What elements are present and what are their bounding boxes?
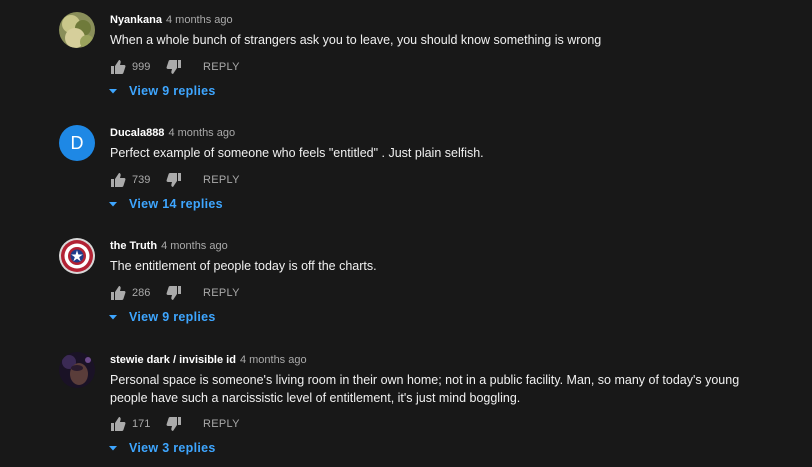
caret-down-icon	[108, 312, 118, 322]
thumb-up-icon[interactable]	[110, 59, 126, 75]
view-replies-button[interactable]: View 3 replies	[108, 441, 216, 455]
comment-header: Nyankana 4 months ago	[110, 13, 233, 27]
comment-text: The entitlement of people today is off t…	[110, 259, 377, 273]
comment-header: stewie dark / invisible id 4 months ago	[110, 353, 307, 367]
reply-button[interactable]: REPLY	[203, 61, 240, 73]
avatar[interactable]	[59, 12, 95, 48]
comment-toolbar: 999 REPLY	[110, 59, 240, 75]
comment-time[interactable]: 4 months ago	[240, 354, 307, 366]
thumb-down-icon[interactable]	[166, 172, 182, 188]
thumb-down-icon[interactable]	[166, 59, 182, 75]
comment-toolbar: 286 REPLY	[110, 285, 240, 301]
view-replies-button[interactable]: View 14 replies	[108, 197, 223, 211]
avatar[interactable]	[59, 352, 95, 388]
comment-text: Perfect example of someone who feels "en…	[110, 146, 484, 160]
caret-down-icon	[108, 443, 118, 453]
comment-time[interactable]: 4 months ago	[168, 127, 235, 139]
reply-button[interactable]: REPLY	[203, 174, 240, 186]
thumb-down-icon[interactable]	[166, 416, 182, 432]
comment-header: the Truth 4 months ago	[110, 239, 228, 253]
thumb-up-icon[interactable]	[110, 416, 126, 432]
comment-time[interactable]: 4 months ago	[166, 14, 233, 26]
thumb-up-icon[interactable]	[110, 285, 126, 301]
view-replies-button[interactable]: View 9 replies	[108, 310, 216, 324]
reply-button[interactable]: REPLY	[203, 418, 240, 430]
view-replies-label: View 9 replies	[129, 84, 216, 98]
author-name[interactable]: the Truth	[110, 240, 157, 252]
comment-text: Personal space is someone's living room …	[110, 373, 740, 405]
caret-down-icon	[108, 86, 118, 96]
comment-toolbar: 171 REPLY	[110, 416, 240, 432]
comment-text: When a whole bunch of strangers ask you …	[110, 33, 602, 47]
view-replies-label: View 3 replies	[129, 441, 216, 455]
like-count: 171	[132, 418, 151, 430]
comment-time[interactable]: 4 months ago	[161, 240, 228, 252]
like-count: 286	[132, 287, 151, 299]
avatar[interactable]	[59, 238, 95, 274]
comment-toolbar: 739 REPLY	[110, 172, 240, 188]
thumb-up-icon[interactable]	[110, 172, 126, 188]
reply-button[interactable]: REPLY	[203, 287, 240, 299]
author-name[interactable]: stewie dark / invisible id	[110, 354, 236, 366]
thumb-down-icon[interactable]	[166, 285, 182, 301]
view-replies-button[interactable]: View 9 replies	[108, 84, 216, 98]
avatar-letter: D	[70, 132, 84, 153]
comment-header: Ducala888 4 months ago	[110, 126, 235, 140]
caret-down-icon	[108, 199, 118, 209]
author-name[interactable]: Nyankana	[110, 14, 162, 26]
author-name[interactable]: Ducala888	[110, 127, 164, 139]
avatar[interactable]: D	[59, 125, 95, 161]
view-replies-label: View 14 replies	[129, 197, 223, 211]
view-replies-label: View 9 replies	[129, 310, 216, 324]
like-count: 739	[132, 174, 151, 186]
like-count: 999	[132, 61, 151, 73]
